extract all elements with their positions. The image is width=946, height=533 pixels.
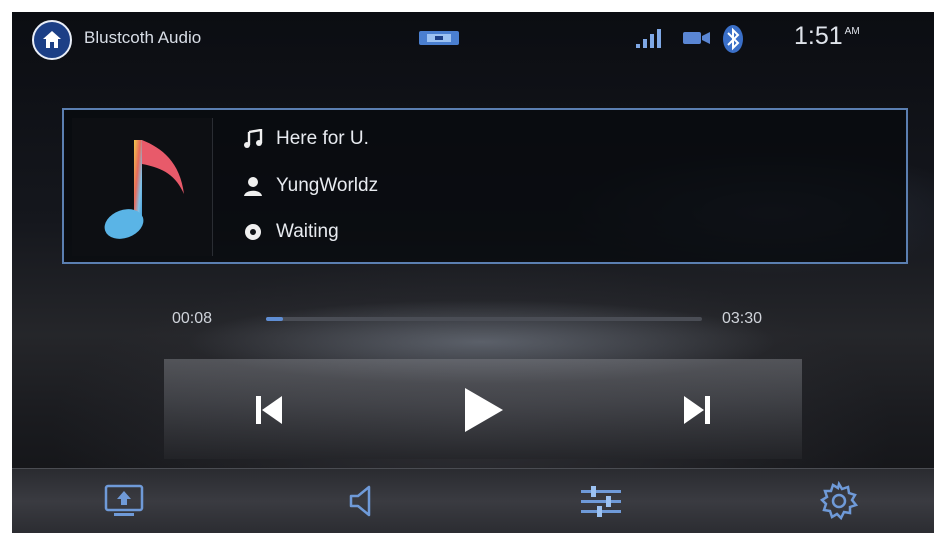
home-button[interactable] (32, 20, 72, 60)
track-status-row: Waiting (242, 221, 339, 243)
track-status: Waiting (276, 221, 339, 242)
clock-ampm: AM (844, 26, 860, 37)
volume-icon (349, 485, 371, 517)
source-screen-icon (104, 484, 144, 516)
elapsed-time: 00:08 (172, 310, 213, 327)
progress-bar[interactable] (266, 317, 702, 321)
track-title: Here for U. (276, 128, 369, 149)
volume-button[interactable] (340, 481, 384, 521)
total-time: 03:30 (722, 310, 763, 327)
previous-track-button[interactable] (244, 387, 294, 433)
bluetooth-audio-screen: Blustcoth Audio 1:51 AM Here for U. Yung… (12, 12, 934, 533)
clock: 1:51 AM (794, 22, 860, 51)
bluetooth-icon (723, 25, 743, 53)
camera-icon (683, 32, 710, 44)
previous-track-icon (256, 396, 282, 424)
progress-fill (266, 317, 284, 321)
next-track-button[interactable] (672, 387, 722, 433)
next-track-icon (684, 396, 710, 424)
settings-gear-icon (819, 481, 859, 521)
home-icon (43, 31, 61, 48)
playback-controls (164, 359, 802, 459)
album-art (72, 118, 213, 256)
track-artist: YungWorldz (276, 175, 379, 196)
track-artist-row: YungWorldz (242, 175, 378, 197)
music-note-icon (244, 129, 263, 148)
music-note-art-icon (104, 140, 184, 239)
settings-button[interactable] (817, 481, 861, 521)
track-title-row: Here for U. (242, 128, 369, 150)
signal-strength-icon (636, 29, 661, 48)
play-button[interactable] (458, 387, 508, 433)
media-source-icon[interactable] (419, 30, 459, 46)
equalizer-icon (581, 486, 621, 517)
bottom-toolbar (12, 468, 934, 533)
track-info-panel: Here for U. YungWorldz Waiting (62, 108, 908, 264)
person-icon (244, 177, 262, 196)
play-icon (465, 388, 503, 432)
app-title: Blustcoth Audio (84, 28, 202, 47)
disc-icon (245, 224, 261, 240)
equalizer-button[interactable] (579, 481, 623, 521)
source-button[interactable] (102, 481, 146, 521)
clock-time: 1:51 (794, 22, 843, 50)
